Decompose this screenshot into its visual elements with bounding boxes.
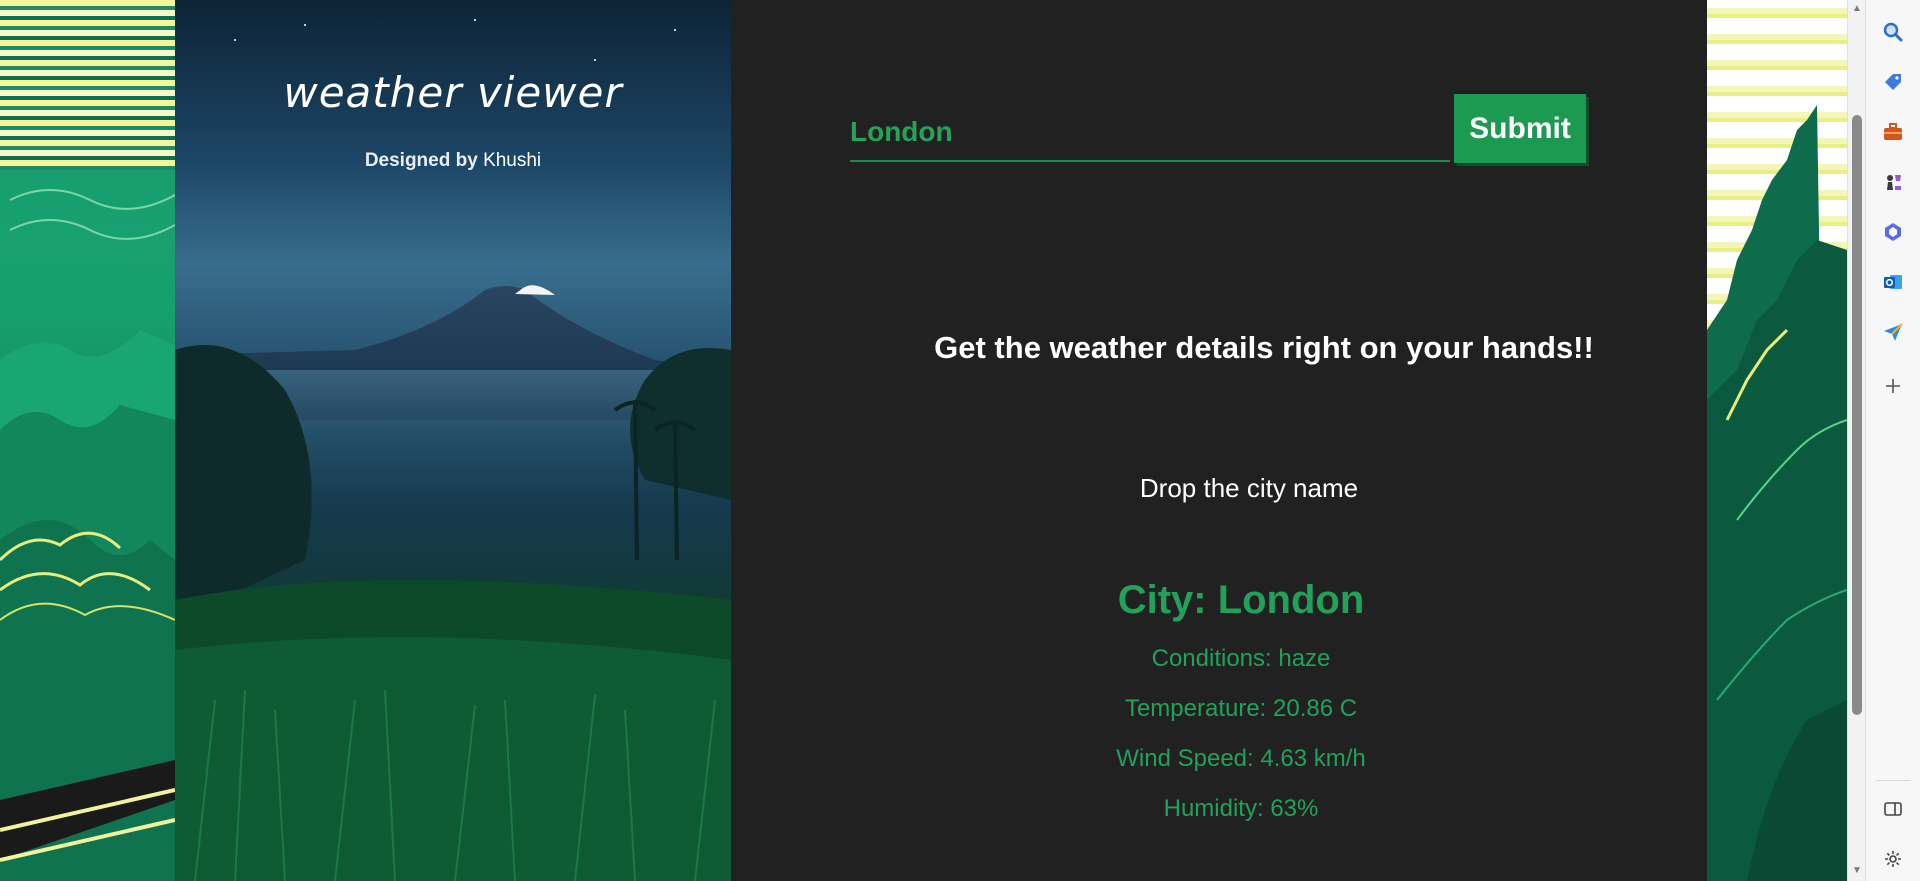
main-panel: Submit Get the weather details right on …: [731, 0, 1707, 881]
toolbox-icon[interactable]: [1879, 118, 1907, 146]
scroll-up-arrow-icon[interactable]: ▲: [1852, 4, 1862, 14]
mountain-landscape-image: [175, 19, 731, 881]
city-prompt: Drop the city name: [1139, 473, 1359, 503]
sidebar-toggle-icon[interactable]: [1879, 795, 1907, 823]
designed-by-credit: Designed by Khushi: [175, 150, 731, 172]
send-icon[interactable]: [1879, 318, 1907, 346]
conditions-text: Conditions: haze: [1151, 645, 1331, 672]
left-background-art: [0, 0, 175, 881]
shopping-tag-icon[interactable]: [1879, 68, 1907, 96]
chess-icon[interactable]: [1879, 168, 1907, 196]
sidebar-divider: [1876, 780, 1910, 781]
tagline: Get the weather details right on your ha…: [934, 330, 1594, 365]
scroll-down-arrow-icon[interactable]: ▼: [1852, 866, 1862, 876]
author-name: Khushi: [483, 150, 542, 171]
copilot-icon[interactable]: [1879, 218, 1907, 246]
wind-speed-text: Wind Speed: 4.63 km/h: [1116, 745, 1366, 772]
humidity-text: Humidity: 63%: [1163, 795, 1319, 822]
temperature-text: Temperature: 20.86 C: [1124, 695, 1358, 722]
right-background-art: [1707, 0, 1847, 881]
app-title: weather viewer: [283, 68, 623, 117]
city-input[interactable]: [850, 94, 1450, 162]
hero-panel: weather viewer Designed by Khushi: [175, 0, 731, 881]
outlook-icon[interactable]: [1879, 268, 1907, 296]
settings-icon[interactable]: [1879, 845, 1907, 873]
weather-result: City: London Conditions: haze Temperatur…: [731, 578, 1707, 845]
submit-button[interactable]: Submit: [1454, 94, 1586, 163]
browser-sidebar: [1865, 0, 1920, 881]
add-icon[interactable]: [1879, 372, 1907, 400]
search-icon[interactable]: [1879, 18, 1907, 46]
city-heading: City: London: [1117, 578, 1365, 622]
scrollbar-thumb[interactable]: [1852, 115, 1862, 715]
designed-by-prefix: Designed by: [364, 150, 484, 171]
page-scrollbar[interactable]: ▲ ▼: [1847, 0, 1865, 881]
